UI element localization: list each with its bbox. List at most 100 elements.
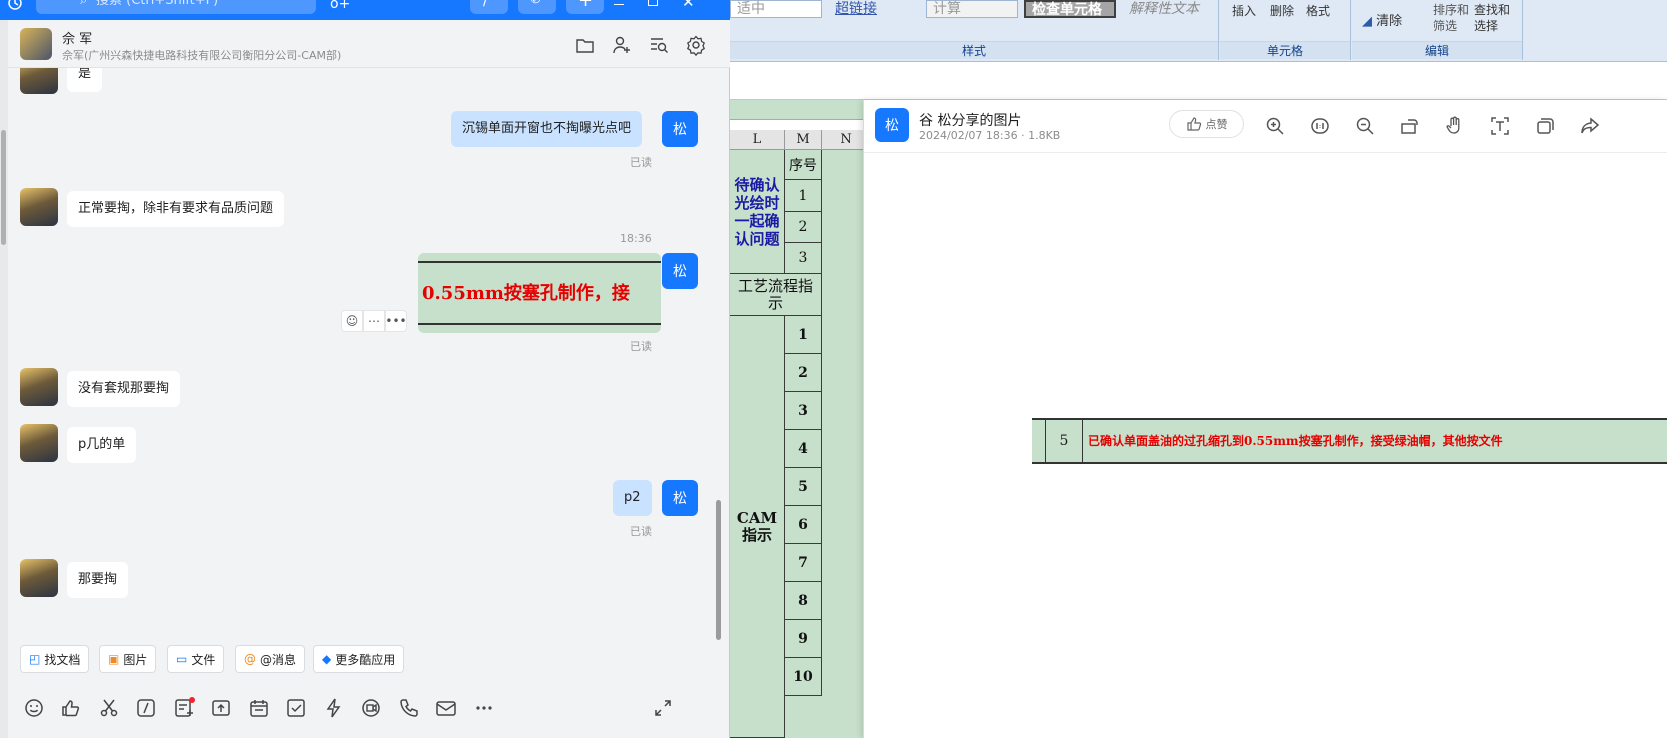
phone-call-icon[interactable] <box>397 696 421 720</box>
close-icon[interactable]: ✕ <box>682 0 695 11</box>
my-avatar[interactable]: 松 <box>662 480 698 516</box>
pending-confirm-cell[interactable]: 待确认光绘时一起确认问题 <box>730 150 785 274</box>
expand-input-icon[interactable] <box>651 696 675 720</box>
hand-drag-icon[interactable] <box>1444 115 1466 137</box>
maximize-icon[interactable] <box>648 0 658 6</box>
cam-serial-cell[interactable]: 10 <box>785 658 822 696</box>
video-meeting-icon[interactable] <box>359 696 383 720</box>
cam-serial-cell[interactable]: 5 <box>785 468 822 506</box>
message-bubble-incoming[interactable]: 是 <box>67 68 103 92</box>
text-extract-icon[interactable] <box>1489 115 1511 137</box>
zoom-in-icon[interactable] <box>1264 115 1286 137</box>
message-bubble-outgoing[interactable]: p2 <box>613 480 652 516</box>
cam-serial-cell[interactable]: 9 <box>785 620 822 658</box>
message-bubble-incoming[interactable]: 那要掏 <box>67 562 129 598</box>
search-input[interactable]: ⌕ 搜索 (Ctrl+Shift+F) <box>36 0 316 14</box>
more-apps-button[interactable]: ◆ 更多酷应用 <box>313 645 405 673</box>
serial-cell[interactable]: 3 <box>785 243 822 274</box>
more-actions-button[interactable]: ••• <box>385 310 407 332</box>
style-calc-box[interactable]: 计算 <box>926 0 1018 18</box>
my-avatar[interactable]: 松 <box>662 253 698 289</box>
copy-image-icon[interactable] <box>1534 115 1556 137</box>
zoom-out-icon[interactable] <box>1354 115 1376 137</box>
emoji-reaction-button[interactable]: ☺ <box>341 310 363 332</box>
message-bubble-incoming[interactable]: p几的单 <box>67 427 137 463</box>
like-button[interactable]: 点赞 <box>1169 110 1244 138</box>
sort-filter-button[interactable]: 排序和筛选 <box>1433 2 1473 34</box>
rotate-icon[interactable] <box>1399 115 1421 137</box>
serial-cell[interactable]: 2 <box>785 212 822 243</box>
find-select-button[interactable]: 查找和选择 <box>1474 2 1514 34</box>
contact-message-avatar[interactable] <box>20 68 58 94</box>
scissors-icon[interactable] <box>97 696 121 720</box>
edit-button[interactable]: / <box>470 0 508 14</box>
cam-serial-cell[interactable]: 4 <box>785 430 822 468</box>
insert-cells-button[interactable]: 插入 <box>1232 2 1256 19</box>
cam-serial-cell[interactable]: 3 <box>785 392 822 430</box>
contact-message-avatar[interactable] <box>20 424 58 462</box>
column-header-m[interactable]: M <box>785 130 822 150</box>
formula-bar[interactable] <box>730 62 1667 100</box>
style-explanatory-box[interactable]: 解释性文本 <box>1122 0 1214 18</box>
sharer-avatar[interactable]: 松 <box>875 108 909 142</box>
add-contact-icon[interactable]: o+ <box>330 0 350 12</box>
cam-serial-cell[interactable]: 6 <box>785 506 822 544</box>
calendar-icon[interactable] <box>247 696 271 720</box>
search-history-icon[interactable] <box>648 34 670 56</box>
like-label: 点赞 <box>1205 118 1228 131</box>
reply-button[interactable]: ⋯ <box>363 310 385 332</box>
minimize-icon[interactable] <box>614 4 624 5</box>
file-button[interactable]: ▭ 文件 <box>167 645 225 673</box>
delete-cells-button[interactable]: 删除 <box>1270 2 1294 19</box>
cam-serial-cell[interactable]: 2 <box>785 354 822 392</box>
message-bubble-incoming[interactable]: 正常要掏，除非有要求有品质问题 <box>67 191 285 227</box>
style-normal-box[interactable]: 适中 <box>730 0 822 18</box>
serial-header-cell[interactable]: 序号 <box>785 150 822 180</box>
at-icon: @ <box>244 652 256 666</box>
add-member-icon[interactable] <box>611 34 633 56</box>
notes-icon[interactable] <box>172 696 196 720</box>
process-flow-cell[interactable]: 工艺流程指示 <box>730 274 822 316</box>
actual-size-icon[interactable] <box>1309 115 1331 137</box>
command-icon[interactable] <box>134 696 158 720</box>
clear-button[interactable]: ◢ 清除 <box>1362 10 1402 29</box>
contact-message-avatar[interactable] <box>20 559 58 597</box>
my-avatar[interactable]: 松 <box>662 111 698 147</box>
call-button[interactable]: ✆ <box>518 0 556 14</box>
thumbs-up-icon[interactable] <box>59 696 83 720</box>
history-icon[interactable] <box>6 0 24 12</box>
forward-icon[interactable] <box>1579 115 1601 137</box>
message-list[interactable]: 是 沉锡单面开窗也不掏曝光点吧 松 已读 正常要掏，除非有要求有品质问题 18:… <box>8 68 730 645</box>
more-tools-icon[interactable] <box>472 696 496 720</box>
emoji-icon[interactable] <box>22 696 46 720</box>
cam-serial-cell[interactable]: 1 <box>785 316 822 354</box>
style-check-cell-box[interactable]: 检查单元格 <box>1024 0 1116 18</box>
lightning-icon[interactable] <box>322 696 346 720</box>
mention-button[interactable]: @ @消息 <box>235 645 306 673</box>
serial-cell[interactable]: 1 <box>785 180 822 212</box>
cam-instruction-cell[interactable]: CAM指示 <box>730 316 785 738</box>
folder-icon[interactable] <box>574 34 596 56</box>
contact-name[interactable]: 佘 军 <box>62 28 92 47</box>
image-button[interactable]: ▣ 图片 <box>99 645 157 673</box>
message-bubble-outgoing[interactable]: 沉锡单面开窗也不掏曝光点吧 <box>451 111 643 147</box>
new-button[interactable]: + <box>566 0 604 14</box>
contact-message-avatar[interactable] <box>20 368 58 406</box>
contact-avatar[interactable] <box>20 28 52 60</box>
format-cells-button[interactable]: 格式 <box>1306 2 1330 19</box>
message-scrollbar[interactable] <box>716 500 721 640</box>
mail-icon[interactable] <box>434 696 458 720</box>
cam-serial-cell[interactable]: 8 <box>785 582 822 620</box>
shared-image-content[interactable]: 5 已确认单面盖油的过孔缩孔到0.55mm按塞孔制作，接受绿油帽，其他按文件 <box>1032 418 1667 464</box>
image-message[interactable]: 0.55mm按塞孔制作，接 <box>418 253 661 333</box>
side-scroll-handle[interactable] <box>1 130 6 245</box>
settings-gear-icon[interactable] <box>685 34 707 56</box>
cam-serial-cell[interactable]: 7 <box>785 544 822 582</box>
message-bubble-incoming[interactable]: 没有套规那要掏 <box>67 371 181 407</box>
column-header-l[interactable]: L <box>730 130 785 150</box>
style-hyperlink-box[interactable]: 超链接 <box>828 0 920 18</box>
upload-icon[interactable] <box>209 696 233 720</box>
find-document-button[interactable]: ◰ 找文档 <box>20 645 90 673</box>
task-check-icon[interactable] <box>284 696 308 720</box>
contact-message-avatar[interactable] <box>20 188 58 226</box>
